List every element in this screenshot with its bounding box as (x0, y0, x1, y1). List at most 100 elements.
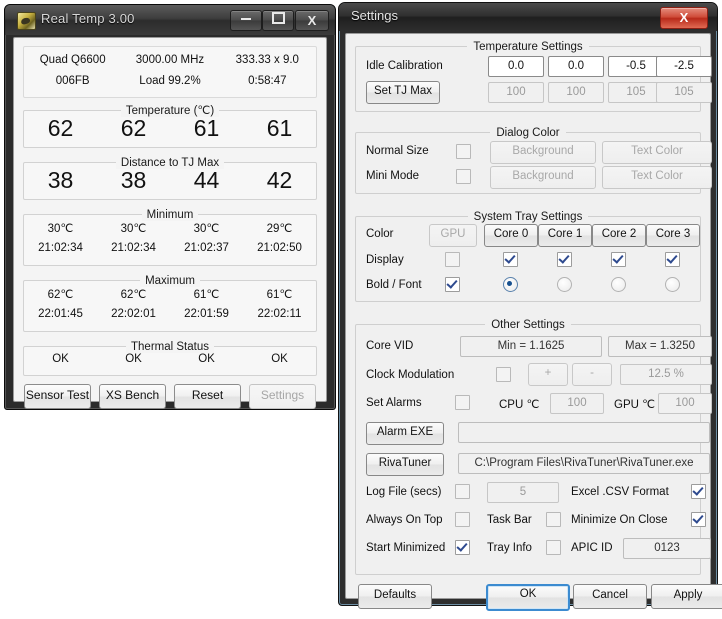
cpu-alarm-label: CPU ℃ (499, 397, 539, 411)
font-radio-core-3[interactable] (665, 277, 680, 292)
color-button-core-3[interactable]: Core 3 (646, 224, 700, 247)
clock-modulation-checkbox[interactable] (496, 367, 511, 382)
log-file-checkbox[interactable] (455, 484, 470, 499)
normal-size-label: Normal Size (366, 145, 429, 157)
settings-titlebar[interactable]: Settings X (339, 3, 717, 31)
font-radio-core-1[interactable] (557, 277, 572, 292)
alarm-exe-path-input[interactable] (458, 422, 710, 443)
color-button-core-1[interactable]: Core 1 (538, 224, 592, 247)
temperature-settings-group: Temperature Settings Idle Calibration 0.… (355, 46, 701, 112)
real-temp-titlebar[interactable]: Real Temp 3.00 X (5, 5, 335, 35)
rivatuner-path-input[interactable]: C:\Program Files\RivaTuner\RivaTuner.exe (458, 453, 710, 474)
minimize-on-close-checkbox[interactable] (691, 512, 706, 527)
display-checkbox-core-2[interactable] (611, 252, 626, 267)
maximum-value-3: 61℃ (243, 287, 316, 301)
always-on-top-checkbox[interactable] (455, 512, 470, 527)
settings-window: Settings X Temperature Settings Idle Cal… (338, 2, 718, 606)
maximum-time-0: 22:01:45 (24, 308, 97, 320)
minimum-value-3: 29℃ (243, 221, 316, 235)
minimum-value-1: 30℃ (97, 221, 170, 235)
start-minimized-checkbox[interactable] (455, 540, 470, 555)
tj-max-input-1[interactable]: 100 (548, 82, 604, 103)
settings-title: Settings (351, 8, 398, 23)
thermal-status-group: Thermal Status OK OK OK OK (23, 346, 317, 376)
defaults-button[interactable]: Defaults (358, 584, 432, 609)
alarm-exe-button[interactable]: Alarm EXE (366, 422, 444, 445)
font-radio-core-2[interactable] (611, 277, 626, 292)
normal-size-text-color-button[interactable]: Text Color (602, 141, 712, 164)
settings-button[interactable]: Settings (249, 384, 316, 409)
minimize-button[interactable] (230, 10, 262, 31)
maximum-legend: Maximum (24, 273, 316, 287)
log-file-label: Log File (secs) (366, 486, 441, 498)
apply-button[interactable]: Apply (651, 584, 722, 609)
set-tj-max-button[interactable]: Set TJ Max (366, 81, 440, 104)
settings-close-button[interactable]: X (660, 7, 708, 29)
cpu-id: 006FB (24, 75, 121, 87)
cancel-button[interactable]: Cancel (573, 584, 647, 609)
mini-mode-text-color-button[interactable]: Text Color (602, 166, 712, 189)
color-button-core-0[interactable]: Core 0 (484, 224, 538, 247)
idle-calibration-input-3[interactable]: -2.5 (656, 56, 712, 77)
close-button[interactable]: X (295, 10, 329, 31)
mini-mode-checkbox[interactable] (456, 169, 471, 184)
minimum-value-0: 30℃ (24, 221, 97, 235)
system-tray-legend: System Tray Settings (356, 209, 700, 223)
display-checkbox-core-1[interactable] (557, 252, 572, 267)
color-button-core-2[interactable]: Core 2 (592, 224, 646, 247)
color-button-gpu[interactable]: GPU (429, 224, 477, 247)
thermal-status-legend: Thermal Status (24, 339, 316, 353)
tray-info-label: Tray Info (487, 542, 532, 554)
minimum-time-3: 21:02:50 (243, 242, 316, 254)
minimize-icon (241, 18, 251, 20)
set-alarms-checkbox[interactable] (455, 395, 470, 410)
dialog-color-legend: Dialog Color (356, 125, 700, 139)
temperature-core-2: 61 (170, 115, 243, 142)
minimum-legend: Minimum (24, 207, 316, 221)
log-file-interval-input[interactable]: 5 (487, 482, 559, 503)
maximum-value-2: 61℃ (170, 287, 243, 301)
temperature-core-3: 61 (243, 115, 316, 142)
cpu-load: Load 99.2% (121, 75, 218, 87)
apic-id-input[interactable]: 0123 (623, 538, 711, 559)
maximize-icon (272, 12, 285, 24)
tray-info-checkbox[interactable] (546, 540, 561, 555)
idle-calibration-input-0[interactable]: 0.0 (488, 56, 544, 77)
other-settings-legend: Other Settings (356, 317, 700, 331)
clock-modulation-decrease-button[interactable]: - (572, 363, 612, 386)
distance-tjmax-group: Distance to TJ Max 38 38 44 42 (23, 162, 317, 200)
ok-button[interactable]: OK (486, 584, 570, 611)
maximize-button[interactable] (262, 10, 294, 31)
real-temp-button-bar: Sensor Test XS Bench Reset Settings (24, 384, 316, 409)
maximum-value-0: 62℃ (24, 287, 97, 301)
cpu-alarm-input[interactable]: 100 (550, 393, 604, 414)
display-checkbox-gpu[interactable] (445, 252, 460, 267)
task-bar-checkbox[interactable] (546, 512, 561, 527)
mini-mode-background-button[interactable]: Background (490, 166, 596, 189)
xs-bench-button[interactable]: XS Bench (99, 384, 166, 409)
gpu-alarm-input[interactable]: 100 (658, 393, 712, 414)
temperature-core-0: 62 (24, 115, 97, 142)
tj-max-input-3[interactable]: 105 (656, 82, 712, 103)
reset-button[interactable]: Reset (174, 384, 241, 409)
tj-max-input-0[interactable]: 100 (488, 82, 544, 103)
bold-checkbox[interactable] (445, 277, 460, 292)
normal-size-checkbox[interactable] (456, 144, 471, 159)
sensor-test-button[interactable]: Sensor Test (24, 384, 91, 409)
tjmax-core-0: 38 (24, 167, 97, 194)
font-radio-core-0[interactable] (503, 277, 518, 292)
clock-modulation-value: 12.5 % (620, 364, 712, 385)
minimum-time-1: 21:02:34 (97, 242, 170, 254)
clock-modulation-increase-button[interactable]: + (528, 363, 568, 386)
display-checkbox-core-0[interactable] (503, 252, 518, 267)
maximum-group: Maximum 62℃ 62℃ 61℃ 61℃ 22:01:45 22:02:0… (23, 280, 317, 332)
excel-csv-checkbox[interactable] (691, 484, 706, 499)
temperature-settings-legend: Temperature Settings (356, 39, 700, 53)
clock-modulation-label: Clock Modulation (366, 369, 454, 381)
rivatuner-button[interactable]: RivaTuner (366, 453, 444, 476)
display-checkbox-core-3[interactable] (665, 252, 680, 267)
thermal-status-0: OK (24, 353, 97, 365)
normal-size-background-button[interactable]: Background (490, 141, 596, 164)
idle-calibration-input-1[interactable]: 0.0 (548, 56, 604, 77)
real-temp-title: Real Temp 3.00 (41, 11, 135, 26)
